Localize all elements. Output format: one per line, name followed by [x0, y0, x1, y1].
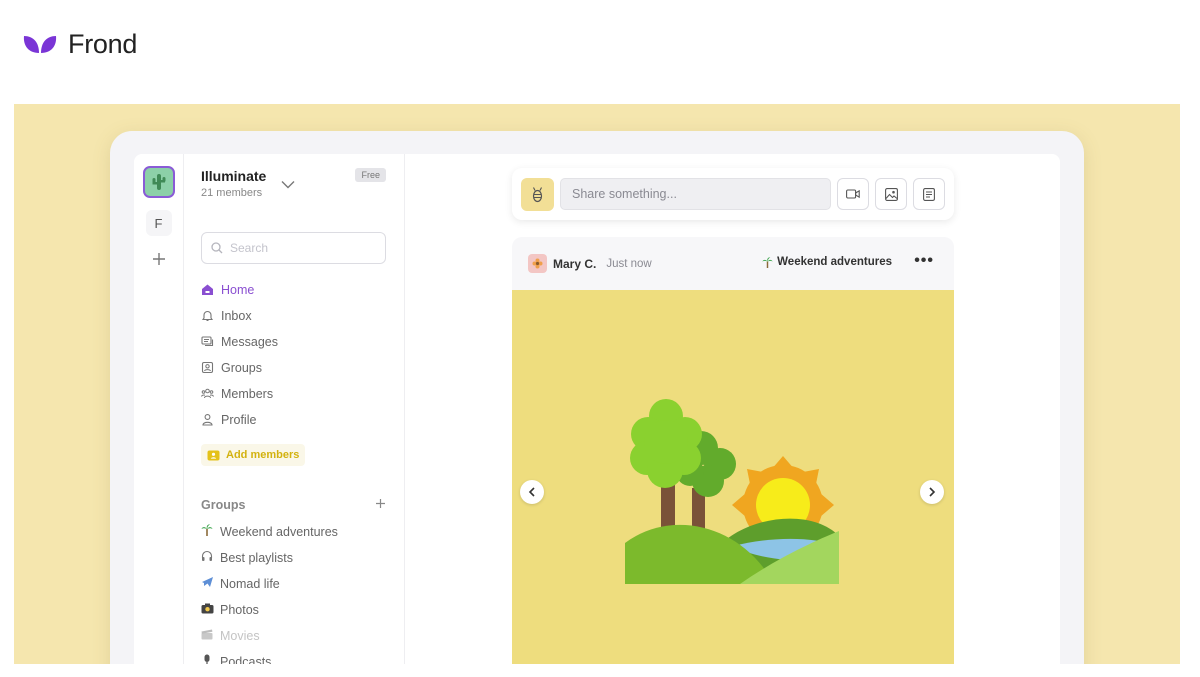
chevron-left-icon: [528, 487, 535, 497]
main-feed: Mary C. Just now Weekend adventures •••: [405, 154, 1060, 664]
nav-label-profile: Profile: [221, 412, 257, 427]
nav-label-groups: Groups: [221, 360, 262, 375]
plus-icon: [152, 253, 165, 265]
carousel-prev-button[interactable]: [520, 480, 544, 504]
group-label: Movies: [220, 628, 260, 643]
user-avatar[interactable]: [521, 177, 554, 211]
post-image: [512, 290, 954, 664]
group-label: Nomad life: [220, 576, 280, 591]
camera-icon: [201, 603, 214, 617]
post-header: Mary C. Just now Weekend adventures •••: [512, 237, 954, 290]
nav-item-profile[interactable]: Profile: [201, 411, 386, 428]
workspace-avatar[interactable]: [142, 166, 175, 198]
home-icon: [202, 284, 213, 295]
group-item-podcasts[interactable]: Podcasts: [201, 653, 386, 664]
group-item-movies[interactable]: Movies: [201, 627, 386, 644]
group-label: Weekend adventures: [220, 524, 338, 539]
post-group-label: Weekend adventures: [777, 256, 892, 268]
palm-tree-icon: [762, 256, 773, 268]
bottom-strip: [0, 664, 1200, 677]
main-nav: Home Inbox Messages Groups Members Profi…: [201, 281, 386, 428]
microphone-icon: [201, 654, 213, 664]
profile-icon: [202, 414, 213, 426]
groups-icon: [201, 361, 214, 374]
add-workspace-button[interactable]: [146, 246, 172, 272]
palm-tree-icon: [201, 524, 213, 539]
leaf-logo-icon: [23, 36, 57, 53]
nav-item-home[interactable]: Home: [201, 281, 386, 298]
nav-item-members[interactable]: Members: [201, 385, 386, 402]
chat-icon: [201, 336, 214, 347]
document-button[interactable]: [913, 178, 945, 210]
groups-heading: Groups: [201, 498, 246, 512]
add-members-button[interactable]: Add members: [201, 444, 306, 466]
app-window: F Illuminate 21 members Free Search Home…: [134, 154, 1060, 664]
post-composer: [512, 168, 954, 220]
nav-item-groups[interactable]: Groups: [201, 359, 386, 376]
more-options-button[interactable]: •••: [914, 253, 934, 269]
group-label: Photos: [220, 602, 259, 617]
image-button[interactable]: [875, 178, 907, 210]
group-item-weekend-adventures[interactable]: Weekend adventures: [201, 523, 386, 540]
groups-section-header: Groups: [201, 496, 386, 514]
image-icon: [884, 187, 898, 201]
bell-icon: [201, 310, 214, 322]
workspace-header[interactable]: Illuminate 21 members Free: [201, 168, 386, 212]
post-card: Mary C. Just now Weekend adventures •••: [512, 237, 954, 664]
chevron-down-icon[interactable]: [281, 176, 295, 194]
workspace-rail: F: [134, 154, 184, 664]
video-button[interactable]: [837, 178, 869, 210]
search-input[interactable]: [230, 241, 370, 255]
workspace-f[interactable]: F: [145, 210, 172, 236]
search-icon: [211, 242, 223, 254]
brand-name: Frond: [68, 28, 138, 59]
device-frame: F Illuminate 21 members Free Search Home…: [110, 131, 1084, 664]
carousel-next-button[interactable]: [920, 480, 944, 504]
nav-label-inbox: Inbox: [221, 308, 252, 323]
members-icon: [201, 388, 214, 399]
bee-icon: [532, 186, 543, 202]
brand-logo[interactable]: Frond: [22, 28, 137, 60]
workspace-member-count: 21 members: [201, 187, 263, 199]
group-label: Podcasts: [220, 654, 272, 665]
share-input[interactable]: [560, 178, 831, 210]
landscape-illustration: [625, 399, 839, 584]
group-label: Best playlists: [220, 550, 293, 565]
workspace-name: Illuminate: [201, 168, 267, 184]
nav-item-inbox[interactable]: Inbox: [201, 307, 386, 324]
group-item-photos[interactable]: Photos: [201, 601, 386, 618]
plan-badge: Free: [355, 168, 386, 182]
nav-item-messages[interactable]: Messages: [201, 333, 386, 350]
film-icon: [201, 629, 213, 643]
add-group-button[interactable]: [375, 496, 386, 514]
headphones-icon: [201, 550, 213, 565]
hero-background: F Illuminate 21 members Free Search Home…: [14, 104, 1180, 664]
group-list: Weekend adventures Best playlists Nomad …: [201, 523, 386, 664]
post-group-tag[interactable]: Weekend adventures: [760, 256, 894, 268]
sidebar: Illuminate 21 members Free Home: [184, 154, 405, 664]
nav-label-home: Home: [221, 282, 255, 297]
nav-label-messages: Messages: [221, 334, 278, 349]
video-icon: [846, 189, 860, 199]
search-box[interactable]: [201, 232, 386, 264]
group-item-nomad-life[interactable]: Nomad life: [201, 575, 386, 592]
plus-icon: [376, 499, 385, 508]
group-item-best-playlists[interactable]: Best playlists: [201, 549, 386, 566]
add-member-icon: [207, 450, 220, 460]
cactus-icon: [152, 174, 165, 190]
chevron-right-icon: [929, 487, 936, 497]
post-timestamp: Just now: [606, 257, 652, 270]
add-members-label: Add members: [226, 449, 300, 461]
post-author-avatar[interactable]: [528, 254, 547, 273]
document-icon: [923, 187, 935, 201]
airplane-icon: [201, 576, 213, 591]
post-author[interactable]: Mary C.: [553, 257, 596, 271]
nav-label-members: Members: [221, 386, 274, 401]
flower-icon: [532, 258, 543, 269]
